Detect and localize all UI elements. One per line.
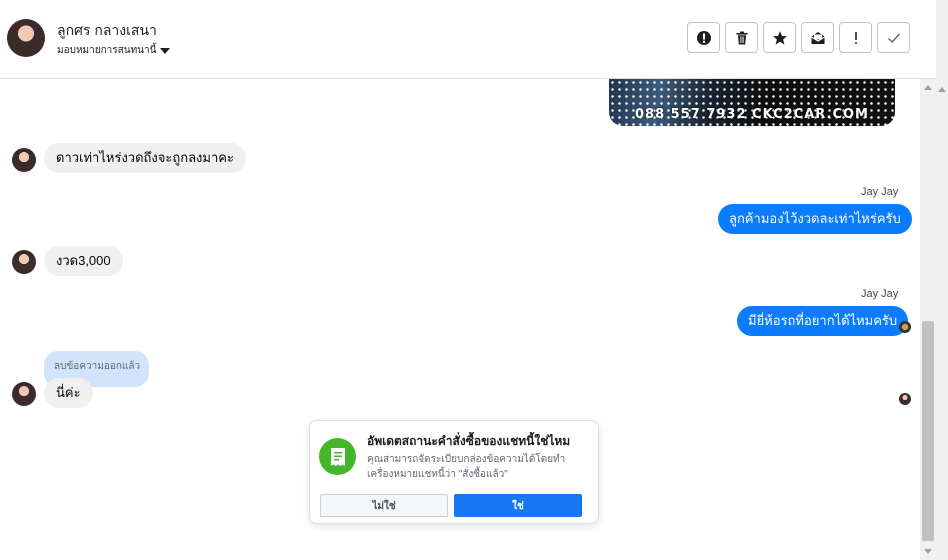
conversation-toolbar: [687, 22, 910, 53]
envelope-icon: [810, 31, 825, 44]
conversation-header: ลูกศร กลางเสนา มอบหมายการสนทนานี้: [0, 0, 936, 79]
contact-avatar-small[interactable]: [12, 250, 36, 274]
star-icon: [772, 30, 787, 45]
delete-button[interactable]: [725, 22, 758, 53]
contact-avatar-small[interactable]: [12, 382, 36, 406]
scroll-up-arrow-icon[interactable]: [924, 85, 932, 90]
assign-label: มอบหมายการสนทนานี้: [57, 45, 157, 56]
attachment-caption: 088 557 7932 CKC2CAR.COM: [635, 107, 869, 122]
order-status-prompt: อัพเดตสถานะคำสั่งซื้อของแชทนี้ใช่ไหม คุณ…: [309, 420, 599, 524]
page-scrollbar[interactable]: [936, 0, 948, 560]
outgoing-message[interactable]: ลูกค้ามองไว้งวดละเท่าไหร่ครับ: [718, 204, 912, 234]
contact-avatar[interactable]: [7, 19, 45, 57]
star-button[interactable]: [763, 22, 796, 53]
incoming-message[interactable]: นี่ค่ะ: [44, 378, 93, 408]
seen-indicator-avatar: [899, 321, 911, 333]
contact-avatar-small[interactable]: [12, 148, 36, 172]
caret-down-icon: [160, 47, 171, 54]
scroll-down-arrow-icon[interactable]: [924, 549, 932, 554]
contact-name[interactable]: ลูกศร กลางเสนา: [57, 20, 157, 42]
yes-button[interactable]: ใช่: [454, 494, 582, 517]
scroll-up-arrow-icon[interactable]: [938, 87, 946, 92]
receipt-icon: [319, 438, 356, 475]
scroll-thumb[interactable]: [922, 321, 934, 541]
sender-name: Jay Jay: [861, 288, 899, 300]
assign-conversation-dropdown[interactable]: มอบหมายการสนทนานี้: [57, 43, 171, 58]
incoming-message[interactable]: งวด3,000: [44, 246, 123, 276]
trash-icon: [736, 31, 747, 44]
receipt-glyph: [330, 447, 345, 466]
mark-unread-button[interactable]: [801, 22, 834, 53]
exclamation-icon: [854, 31, 857, 44]
messenger-app: ลูกศร กลางเสนา มอบหมายการสนทนานี้ 088 55…: [0, 0, 948, 560]
prompt-title: อัพเดตสถานะคำสั่งซื้อของแชทนี้ใช่ไหม: [367, 434, 571, 448]
conversation-scrollbar[interactable]: [920, 79, 936, 560]
image-attachment[interactable]: 088 557 7932 CKC2CAR.COM: [609, 79, 895, 126]
spam-button[interactable]: [687, 22, 720, 53]
read-receipt-avatar: [899, 393, 911, 405]
sender-name: Jay Jay: [861, 186, 899, 198]
prompt-description: คุณสามารถจัดระเบียบกล่องข้อความได้โดยทำเ…: [367, 454, 566, 480]
follow-up-button[interactable]: [839, 22, 872, 53]
incoming-message[interactable]: ดาวเท่าไหร่งวดถึงจะถูกลงมาคะ: [44, 143, 246, 173]
no-button[interactable]: ไม่ใช่: [320, 494, 448, 517]
done-button[interactable]: [877, 22, 910, 53]
outgoing-message[interactable]: มียี่ห้อรถที่อยากได้ไหมครับ: [737, 306, 909, 336]
alert-circle-icon: [696, 30, 711, 45]
check-icon: [887, 33, 900, 43]
